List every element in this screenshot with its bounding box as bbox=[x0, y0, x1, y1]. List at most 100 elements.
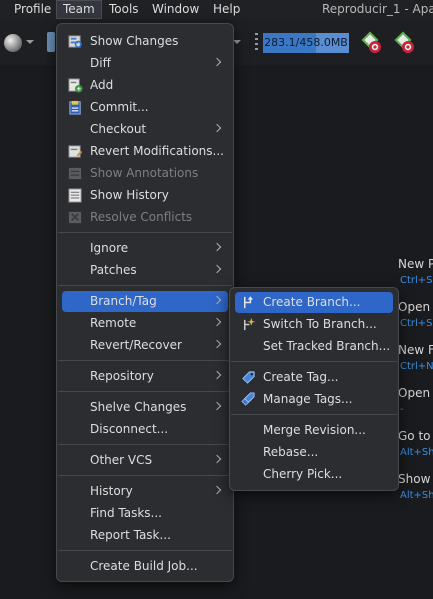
menu-item-other-vcs[interactable]: Other VCS bbox=[62, 450, 228, 471]
menu-item-label: Cherry Pick... bbox=[263, 467, 343, 481]
menu-item-add[interactable]: Add bbox=[62, 75, 228, 96]
chevron-down-icon[interactable] bbox=[233, 40, 241, 44]
menu-item-switch-to-branch[interactable]: Switch To Branch... bbox=[235, 314, 393, 335]
menu-item-merge-revision[interactable]: Merge Revision... bbox=[235, 420, 393, 441]
menu-item-label: Repository bbox=[90, 369, 154, 383]
chevron-right-icon bbox=[212, 454, 222, 464]
profile-project-icon[interactable] bbox=[359, 30, 383, 54]
action-title[interactable]: New P bbox=[398, 257, 433, 271]
chevron-right-icon bbox=[212, 264, 222, 274]
chevron-right-icon bbox=[212, 57, 222, 67]
menu-separator bbox=[58, 232, 232, 233]
create-branch-icon bbox=[244, 296, 253, 309]
menu-item-disconnect[interactable]: Disconnect... bbox=[62, 419, 228, 440]
menu-separator bbox=[58, 550, 232, 551]
chevron-right-icon bbox=[212, 317, 222, 327]
show-changes-icon bbox=[68, 35, 82, 48]
menu-item-rebase[interactable]: Rebase... bbox=[235, 442, 393, 463]
menu-item-label: Shelve Changes bbox=[90, 400, 187, 414]
chevron-right-icon bbox=[212, 370, 222, 380]
menu-item-branch-tag[interactable]: Branch/Tag bbox=[62, 291, 228, 312]
menu-item-label: Show Annotations bbox=[90, 166, 199, 180]
menu-window[interactable]: Window bbox=[146, 0, 205, 19]
globe-icon[interactable] bbox=[4, 34, 22, 52]
menu-item-diff[interactable]: Diff bbox=[62, 53, 228, 74]
action-shortcut: Ctrl+N bbox=[400, 361, 433, 372]
profile-file-icon[interactable] bbox=[392, 30, 416, 54]
chevron-right-icon bbox=[212, 242, 222, 252]
action-title[interactable]: Go to F bbox=[398, 429, 433, 443]
menu-item-label: Rebase... bbox=[263, 445, 319, 459]
menu-profile[interactable]: Profile bbox=[8, 0, 57, 19]
action-shortcut: Ctrl+S bbox=[400, 275, 433, 286]
annotations-icon bbox=[68, 167, 82, 180]
menu-separator bbox=[231, 414, 397, 415]
menu-separator bbox=[58, 444, 232, 445]
menu-item-patches[interactable]: Patches bbox=[62, 260, 228, 281]
team-menu: Show Changes Diff Add Commit... Checkout bbox=[56, 23, 234, 582]
menu-item-find-tasks[interactable]: Find Tasks... bbox=[62, 503, 228, 524]
menu-item-label: Revert Modifications... bbox=[90, 144, 224, 158]
menu-item-label: Switch To Branch... bbox=[263, 317, 377, 331]
menu-item-revert-recover[interactable]: Revert/Recover bbox=[62, 335, 228, 356]
menu-item-revert-modifications[interactable]: Revert Modifications... bbox=[62, 141, 228, 162]
menu-item-shelve-changes[interactable]: Shelve Changes bbox=[62, 397, 228, 418]
menu-separator bbox=[58, 285, 232, 286]
menu-item-commit[interactable]: Commit... bbox=[62, 97, 228, 118]
switch-branch-icon bbox=[244, 317, 256, 331]
menu-item-label: Create Tag... bbox=[263, 370, 339, 384]
menu-item-label: Create Branch... bbox=[263, 295, 361, 309]
menu-item-label: Show Changes bbox=[90, 34, 179, 48]
chevron-down-icon[interactable] bbox=[26, 40, 34, 44]
window-title: Reproducir_1 - Apach bbox=[322, 2, 433, 16]
menu-item-label: Find Tasks... bbox=[90, 506, 162, 520]
action-title[interactable]: New Fi bbox=[398, 343, 433, 357]
resolve-conflicts-icon bbox=[68, 211, 82, 224]
menu-item-cherry-pick[interactable]: Cherry Pick... bbox=[235, 464, 393, 485]
memory-indicator[interactable]: 283.1/458.0MB bbox=[263, 33, 349, 53]
toolbar-separator bbox=[255, 33, 258, 51]
menu-item-set-tracked-branch[interactable]: Set Tracked Branch... bbox=[235, 336, 393, 357]
branch-tag-submenu: Create Branch... Switch To Branch... Set… bbox=[229, 287, 399, 491]
menu-item-label: Branch/Tag bbox=[90, 294, 157, 308]
menu-item-checkout[interactable]: Checkout bbox=[62, 119, 228, 140]
action-title[interactable]: Open F bbox=[398, 386, 433, 400]
action-shortcut: Alt+Sh bbox=[400, 490, 433, 501]
add-icon bbox=[68, 78, 83, 93]
revert-icon bbox=[68, 145, 83, 158]
menu-item-show-annotations[interactable]: Show Annotations bbox=[62, 163, 228, 184]
menu-item-repository[interactable]: Repository bbox=[62, 366, 228, 387]
menu-item-report-task[interactable]: Report Task... bbox=[62, 525, 228, 546]
menu-item-create-build-job[interactable]: Create Build Job... bbox=[62, 556, 228, 577]
chevron-right-icon bbox=[212, 123, 222, 133]
create-tag-icon bbox=[242, 371, 255, 384]
menu-item-label: Report Task... bbox=[90, 528, 171, 542]
menu-item-manage-tags[interactable]: Manage Tags... bbox=[235, 389, 393, 410]
menu-team[interactable]: Team bbox=[56, 0, 102, 19]
menu-item-label: Patches bbox=[90, 263, 137, 277]
toolbar-icon[interactable] bbox=[47, 32, 55, 52]
menu-tools[interactable]: Tools bbox=[103, 0, 145, 19]
action-shortcut: Alt+Sh bbox=[400, 447, 433, 458]
commit-icon bbox=[69, 100, 81, 115]
menu-item-label: Revert/Recover bbox=[90, 338, 182, 352]
menu-help[interactable]: Help bbox=[207, 0, 246, 19]
chevron-right-icon bbox=[212, 401, 222, 411]
menu-item-create-tag[interactable]: Create Tag... bbox=[235, 367, 393, 388]
chevron-right-icon bbox=[212, 485, 222, 495]
menu-item-show-changes[interactable]: Show Changes bbox=[62, 31, 228, 52]
menu-separator bbox=[231, 361, 397, 362]
menu-item-show-history[interactable]: Show History bbox=[62, 185, 228, 206]
menu-item-label: Diff bbox=[90, 56, 111, 70]
menu-item-label: Resolve Conflicts bbox=[90, 210, 193, 224]
action-title[interactable]: Show D bbox=[398, 472, 433, 486]
action-title[interactable]: Open F bbox=[398, 300, 433, 314]
chevron-right-icon bbox=[212, 339, 222, 349]
menu-item-label: History bbox=[90, 484, 133, 498]
menu-item-remote[interactable]: Remote bbox=[62, 313, 228, 334]
menu-item-history[interactable]: History bbox=[62, 481, 228, 502]
menu-item-resolve-conflicts[interactable]: Resolve Conflicts bbox=[62, 207, 228, 228]
menu-item-create-branch[interactable]: Create Branch... bbox=[235, 292, 393, 313]
menu-item-label: Show History bbox=[90, 188, 169, 202]
menu-item-ignore[interactable]: Ignore bbox=[62, 238, 228, 259]
